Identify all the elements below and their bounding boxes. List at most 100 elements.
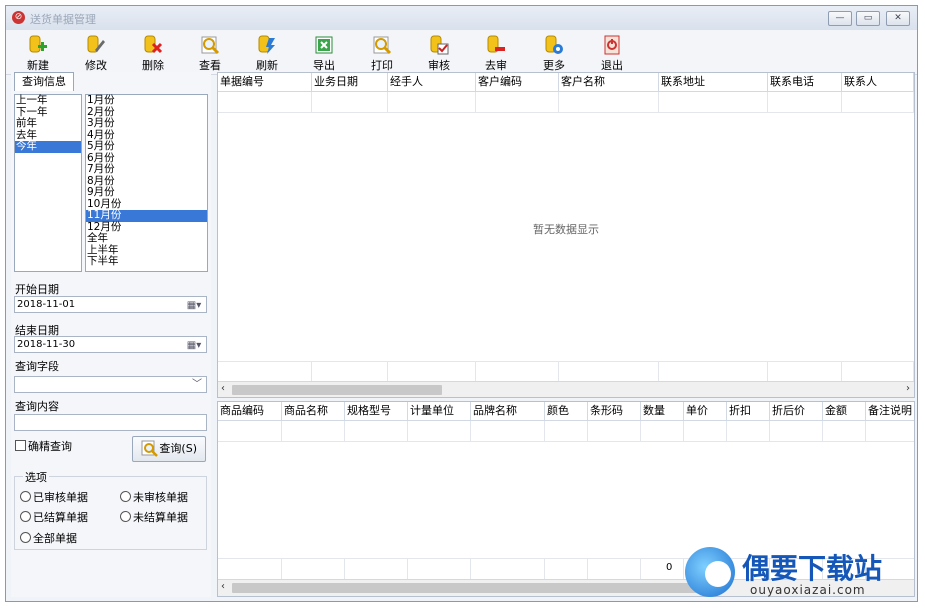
table-cell[interactable] <box>588 559 641 579</box>
table-cell[interactable] <box>345 559 408 579</box>
calendar-dropdown-icon[interactable]: ▦▾ <box>185 338 203 351</box>
table-cell[interactable] <box>345 421 408 441</box>
list-item[interactable]: 3月份 <box>86 117 207 130</box>
table-row[interactable] <box>218 92 914 113</box>
delete-button[interactable]: 删除 <box>133 32 173 72</box>
table-cell[interactable] <box>218 559 282 579</box>
list-item[interactable]: 9月份 <box>86 186 207 199</box>
refresh-button[interactable]: 刷新 <box>247 32 287 72</box>
list-item[interactable]: 上一年 <box>15 94 81 107</box>
table-cell[interactable] <box>641 421 684 441</box>
table-cell[interactable] <box>476 92 559 112</box>
edit-button[interactable]: 修改 <box>76 32 116 72</box>
table-cell[interactable] <box>312 92 388 112</box>
table-cell[interactable] <box>471 421 545 441</box>
table-cell[interactable] <box>312 362 388 382</box>
table-cell[interactable] <box>282 559 345 579</box>
scroll-left-icon[interactable]: ‹ <box>221 383 225 394</box>
audit-button[interactable]: 审核 <box>419 32 459 72</box>
table-cell[interactable] <box>588 421 641 441</box>
table-cell[interactable] <box>727 421 770 441</box>
list-item[interactable]: 前年 <box>15 117 81 130</box>
column-header[interactable]: 商品编码 <box>218 402 282 420</box>
column-header[interactable]: 金额 <box>823 402 866 420</box>
table-cell[interactable] <box>545 559 588 579</box>
minimize-button[interactable]: — <box>828 11 852 26</box>
year-listbox[interactable]: 上一年 下一年 前年 去年 今年 <box>14 94 82 272</box>
table-cell[interactable] <box>866 421 914 441</box>
column-header[interactable]: 折后价 <box>770 402 823 420</box>
column-header[interactable]: 单价 <box>684 402 727 420</box>
column-header[interactable]: 客户编码 <box>476 73 559 91</box>
table-cell[interactable] <box>545 421 588 441</box>
table-cell[interactable] <box>282 421 345 441</box>
table-cell[interactable] <box>218 92 312 112</box>
start-date-field[interactable]: 2018-11-01 ▦▾ <box>14 296 207 313</box>
print-button[interactable]: 打印 <box>362 32 402 72</box>
exact-query-checkbox[interactable]: 确精查询 <box>15 438 72 454</box>
scroll-left-icon[interactable]: ‹ <box>221 581 225 592</box>
table-cell[interactable] <box>388 92 476 112</box>
table-cell[interactable] <box>842 362 914 382</box>
list-item[interactable]: 11月份 <box>86 209 207 222</box>
new-button[interactable]: 新建 <box>18 32 58 72</box>
scroll-thumb[interactable] <box>232 385 442 395</box>
horizontal-scrollbar[interactable]: ‹ › <box>218 381 914 397</box>
column-header[interactable]: 折扣 <box>727 402 770 420</box>
list-item[interactable]: 全年 <box>86 232 207 245</box>
column-header[interactable]: 计量单位 <box>408 402 471 420</box>
table-row[interactable] <box>218 421 914 442</box>
table-cell[interactable] <box>768 92 842 112</box>
table-cell[interactable] <box>408 421 471 441</box>
table-cell[interactable] <box>559 362 659 382</box>
column-header[interactable]: 单据编号 <box>218 73 312 91</box>
table-cell[interactable] <box>218 362 312 382</box>
table-cell[interactable] <box>641 559 684 579</box>
table-cell[interactable] <box>408 559 471 579</box>
radio-unaudited[interactable]: 未审核单据 <box>120 489 188 505</box>
column-header[interactable]: 经手人 <box>388 73 476 91</box>
scroll-right-icon[interactable]: › <box>906 383 910 394</box>
table-cell[interactable] <box>471 559 545 579</box>
document-grid[interactable]: 单据编号 业务日期 经手人 客户编码 客户名称 联系地址 联系电话 联系人 暂无数据显示 ‹ … <box>217 72 915 398</box>
table-cell[interactable] <box>823 421 866 441</box>
chevron-down-icon[interactable]: ﹀ <box>192 377 202 392</box>
query-field-select[interactable]: ﹀ <box>14 376 207 393</box>
radio-audited[interactable]: 已审核单据 <box>20 489 88 505</box>
list-item[interactable]: 下半年 <box>86 255 207 268</box>
column-header[interactable]: 联系人 <box>842 73 914 91</box>
table-cell[interactable] <box>476 362 559 382</box>
radio-all[interactable]: 全部单据 <box>20 530 77 546</box>
column-header[interactable]: 业务日期 <box>312 73 388 91</box>
table-cell[interactable] <box>659 362 768 382</box>
table-cell[interactable] <box>388 362 476 382</box>
list-item[interactable]: 7月份 <box>86 163 207 176</box>
column-header[interactable]: 规格型号 <box>345 402 408 420</box>
query-content-input[interactable] <box>14 414 207 431</box>
column-header[interactable]: 颜色 <box>545 402 588 420</box>
column-header[interactable]: 条形码 <box>588 402 641 420</box>
end-date-field[interactable]: 2018-11-30 ▦▾ <box>14 336 207 353</box>
query-button[interactable]: 查询(S) <box>132 436 206 462</box>
table-cell[interactable] <box>770 421 823 441</box>
table-cell[interactable] <box>559 92 659 112</box>
column-header[interactable]: 备注说明 <box>866 402 914 420</box>
column-header[interactable]: 品牌名称 <box>471 402 545 420</box>
radio-settled[interactable]: 已结算单据 <box>20 509 88 525</box>
scroll-thumb[interactable] <box>232 583 712 593</box>
table-cell[interactable] <box>768 362 842 382</box>
close-button[interactable]: ✕ <box>886 11 910 26</box>
exit-button[interactable]: 退出 <box>592 32 632 72</box>
checkbox-box[interactable] <box>15 440 26 451</box>
month-listbox[interactable]: 1月份 2月份 3月份 4月份 5月份 6月份 7月份 8月份 9月份 10月份 11月份 12月份全… <box>85 94 208 272</box>
table-cell[interactable] <box>684 421 727 441</box>
list-item[interactable]: 5月份 <box>86 140 207 153</box>
table-row[interactable] <box>218 361 914 383</box>
calendar-dropdown-icon[interactable]: ▦▾ <box>185 298 203 311</box>
column-header[interactable]: 联系电话 <box>768 73 842 91</box>
unaudit-button[interactable]: 去审 <box>476 32 516 72</box>
column-header[interactable]: 商品名称 <box>282 402 345 420</box>
column-header[interactable]: 联系地址 <box>659 73 768 91</box>
table-cell[interactable] <box>659 92 768 112</box>
view-button[interactable]: 查看 <box>190 32 230 72</box>
